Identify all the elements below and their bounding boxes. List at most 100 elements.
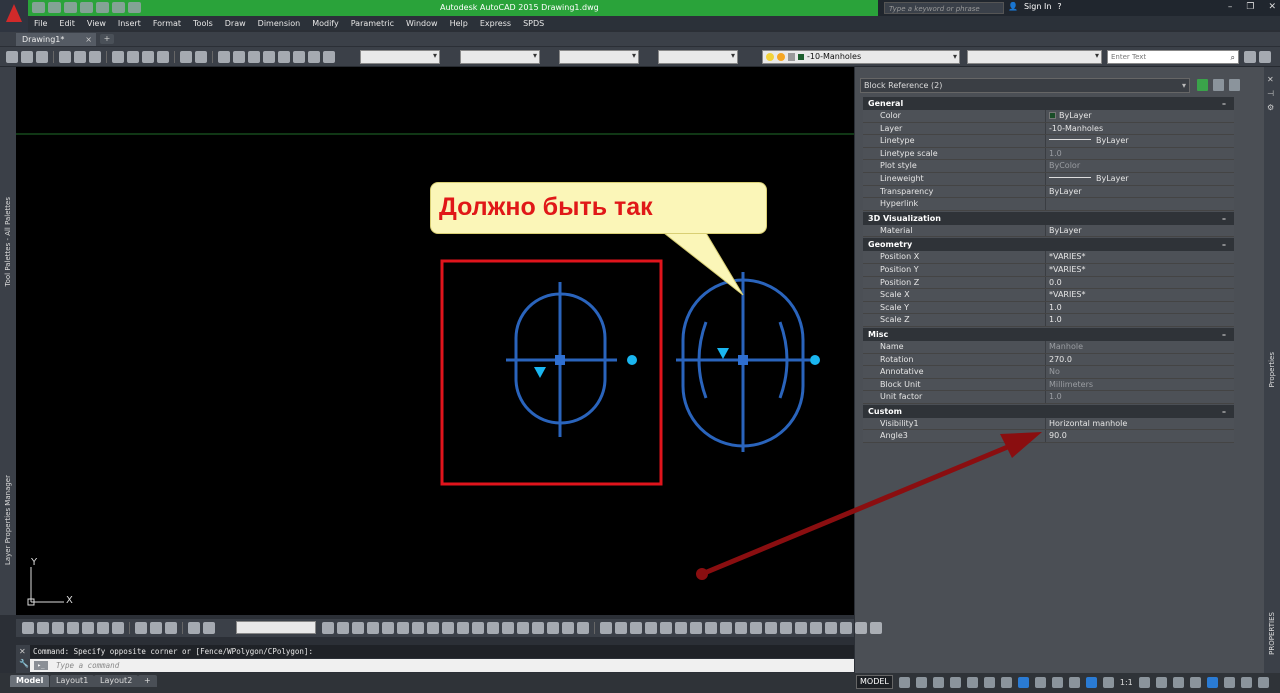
menu-express[interactable]: Express <box>474 19 517 28</box>
manhole-1-insert-grip[interactable] <box>555 355 565 365</box>
prop-row-hyperlink[interactable]: Hyperlink <box>863 198 1234 211</box>
manhole-2-rotation-grip[interactable] <box>810 355 820 365</box>
circle-icon[interactable] <box>690 622 702 634</box>
collapse-icon[interactable]: – <box>1222 238 1226 251</box>
user-icon[interactable]: 👤 <box>1008 2 1018 11</box>
collapse-icon[interactable]: – <box>1222 97 1226 110</box>
tab-model[interactable]: Model <box>10 675 50 687</box>
hardware-acceleration-icon[interactable] <box>1223 676 1235 688</box>
extend-icon[interactable] <box>502 622 514 634</box>
help-button[interactable]: ? <box>1057 2 1061 11</box>
quick-properties-icon[interactable] <box>1189 676 1201 688</box>
drawing-canvas[interactable]: Y X <box>16 67 854 615</box>
grid-icon[interactable] <box>898 676 910 688</box>
table-icon[interactable] <box>855 622 867 634</box>
save-icon[interactable] <box>64 2 77 13</box>
multileader-style-select[interactable] <box>658 50 738 64</box>
polar-tracking-icon[interactable] <box>966 676 978 688</box>
prop-row-color[interactable]: Color ByLayer <box>863 110 1234 123</box>
menu-format[interactable]: Format <box>147 19 187 28</box>
tab-drawing1[interactable]: Drawing1* × <box>16 33 96 46</box>
collapse-icon[interactable]: – <box>1222 405 1226 418</box>
prop-row-scale-z[interactable]: Scale Z 1.0 <box>863 314 1234 327</box>
command-input[interactable]: ▸_ Type a command <box>30 659 854 672</box>
plot-icon[interactable] <box>59 51 71 63</box>
draw-line-icon[interactable] <box>600 622 612 634</box>
save-as-icon[interactable] <box>80 2 93 13</box>
zoom-window-icon[interactable] <box>248 51 260 63</box>
prop-row-plot-style[interactable]: Plot style ByColor <box>863 160 1234 173</box>
manhole-2-flip-grip[interactable] <box>717 348 729 359</box>
gradient-icon[interactable] <box>825 622 837 634</box>
prop-row-block-unit[interactable]: Block Unit Millimeters <box>863 378 1234 392</box>
close-palette-icon[interactable]: ✕ <box>1267 75 1274 84</box>
tab-layout2[interactable]: Layout2 <box>94 675 139 687</box>
explode-icon[interactable] <box>577 622 589 634</box>
section-3d-visualization[interactable]: 3D Visualization – <box>863 211 1234 225</box>
manhole-2-insert-grip[interactable] <box>738 355 748 365</box>
units-icon[interactable] <box>1172 676 1184 688</box>
pan-icon[interactable] <box>218 51 230 63</box>
rectangle-icon[interactable] <box>660 622 672 634</box>
justify-icon[interactable] <box>112 622 124 634</box>
prop-row-annotative[interactable]: Annotative No <box>863 366 1234 379</box>
insert-block-icon[interactable] <box>765 622 777 634</box>
redo-icon[interactable] <box>195 51 207 63</box>
lineweight-icon[interactable] <box>1034 676 1046 688</box>
open-file-icon[interactable] <box>48 2 61 13</box>
multiline-text-icon[interactable] <box>870 622 882 634</box>
menu-help[interactable]: Help <box>444 19 474 28</box>
layer-properties-manager-label[interactable]: Layer Properties Manager <box>4 475 12 565</box>
manhole-1-flip-grip[interactable] <box>534 367 546 378</box>
quick-select-icon[interactable] <box>1229 79 1240 91</box>
object-snap-tracking-icon[interactable] <box>1000 676 1012 688</box>
copy-object-icon[interactable] <box>367 622 379 634</box>
undo-icon[interactable] <box>112 2 125 13</box>
prop-row-rotation[interactable]: Rotation 270.0 <box>863 353 1234 367</box>
tab-layout1[interactable]: Layout1 <box>50 675 95 687</box>
properties-tab-label[interactable]: PROPERTIES <box>1268 612 1276 655</box>
scale-icon[interactable] <box>457 622 469 634</box>
prop-row-linetype-scale[interactable]: Linetype scale 1.0 <box>863 147 1234 161</box>
text-icon[interactable] <box>22 622 34 634</box>
menu-insert[interactable]: Insert <box>112 19 147 28</box>
menu-draw[interactable]: Draw <box>219 19 252 28</box>
array-icon[interactable] <box>412 622 424 634</box>
hatch-icon[interactable] <box>810 622 822 634</box>
menu-tools[interactable]: Tools <box>187 19 219 28</box>
workspace-gear-icon[interactable] <box>1138 676 1150 688</box>
ellipse-icon[interactable] <box>735 622 747 634</box>
object-snap-icon[interactable] <box>1017 676 1029 688</box>
select-objects-icon[interactable] <box>1213 79 1224 91</box>
leader-icon[interactable] <box>150 622 162 634</box>
prop-row-scale-x[interactable]: Scale X *VARIES* <box>863 289 1234 302</box>
construction-line-icon[interactable] <box>615 622 627 634</box>
polyline-icon[interactable] <box>337 622 349 634</box>
transparency-icon[interactable] <box>1051 676 1063 688</box>
table-style-select[interactable] <box>559 50 639 64</box>
redo-icon[interactable] <box>128 2 141 13</box>
spline-icon[interactable] <box>720 622 732 634</box>
find-icon[interactable] <box>67 622 79 634</box>
new-icon[interactable] <box>6 51 18 63</box>
arc-icon[interactable] <box>675 622 687 634</box>
text-scale-icon[interactable] <box>97 622 109 634</box>
dimension-style-select[interactable] <box>460 50 540 64</box>
block-icon[interactable] <box>188 622 200 634</box>
prop-row-name[interactable]: Name Manhole <box>863 340 1234 354</box>
text-style-select[interactable] <box>360 50 440 64</box>
calculator-icon[interactable] <box>323 51 335 63</box>
dimension-icon[interactable] <box>135 622 147 634</box>
close-button[interactable]: ✕ <box>1268 2 1276 12</box>
polygon-icon[interactable] <box>645 622 657 634</box>
copy-icon[interactable] <box>127 51 139 63</box>
customize-command-icon[interactable]: 🔧 <box>19 659 29 668</box>
settings-icon[interactable] <box>1259 51 1271 63</box>
region-icon[interactable] <box>840 622 852 634</box>
menu-dimension[interactable]: Dimension <box>252 19 307 28</box>
prop-row-transparency[interactable]: Transparency ByLayer <box>863 185 1234 199</box>
prop-row-layer[interactable]: Layer -10-Manholes <box>863 122 1234 136</box>
ellipse-arc-icon[interactable] <box>750 622 762 634</box>
ortho-icon[interactable] <box>949 676 961 688</box>
publish-icon[interactable] <box>89 51 101 63</box>
